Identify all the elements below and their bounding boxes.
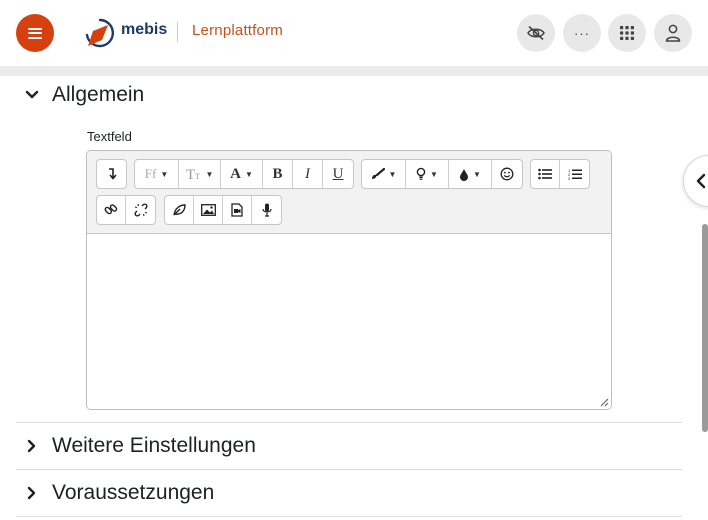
section-voraussetzungen-toggle[interactable]: Voraussetzungen — [22, 481, 214, 505]
media-file-icon — [231, 203, 243, 217]
editor-toolbar: Ff ▼ T T ▼ A ▼ B I U ▼ ▼ ▼ 1 2 3 — [87, 151, 611, 234]
insert-image-button[interactable] — [194, 196, 223, 224]
emoji-button[interactable] — [492, 160, 522, 188]
textfield-editor-area[interactable] — [87, 234, 611, 409]
caret-down-icon: ▼ — [388, 169, 397, 179]
section-title: Weitere Einstellungen — [52, 434, 256, 457]
toolbar-group-lists: 123 — [530, 159, 590, 189]
arrow-down-turn-icon — [108, 168, 117, 180]
caret-down-icon: ▼ — [473, 169, 481, 179]
font-family-label: Ff — [144, 166, 157, 181]
list-ul-icon — [538, 168, 552, 180]
chevron-down-icon — [22, 85, 42, 105]
section-divider — [16, 422, 682, 423]
toolbar-group-font: Ff ▼ T T ▼ A ▼ B I U — [134, 159, 354, 189]
scrollbar-thumb[interactable] — [702, 224, 708, 432]
font-family-dropdown[interactable]: Ff ▼ — [135, 160, 179, 188]
italic-button[interactable]: I — [293, 160, 323, 188]
section-allgemein-toggle[interactable]: Allgemein — [22, 83, 144, 107]
section-title: Allgemein — [52, 83, 145, 106]
svg-text:3: 3 — [568, 176, 571, 181]
unordered-list-button[interactable] — [531, 160, 560, 188]
user-icon — [665, 24, 681, 42]
platform-title[interactable]: Lernplattform — [192, 22, 283, 39]
bold-button[interactable]: B — [263, 160, 293, 188]
image-icon — [200, 204, 216, 216]
chevron-right-icon — [22, 436, 42, 456]
logo-text[interactable]: mebis — [121, 21, 167, 39]
caret-down-icon: ▼ — [160, 169, 169, 179]
italic-label: I — [305, 165, 310, 182]
section-weitere-einstellungen-toggle[interactable]: Weitere Einstellungen — [22, 434, 256, 458]
grid-icon — [620, 26, 634, 40]
paint-brush-dropdown[interactable]: ▼ — [362, 160, 406, 188]
leaf-icon — [173, 204, 186, 216]
drop-color-dropdown[interactable]: ▼ — [449, 160, 492, 188]
caret-down-icon: ▼ — [205, 169, 214, 179]
font-color-dropdown[interactable]: A ▼ — [221, 160, 263, 188]
apps-button[interactable] — [608, 14, 646, 52]
header-shadow-band — [0, 66, 708, 76]
underline-button[interactable]: U — [323, 160, 353, 188]
resize-handle-icon[interactable] — [600, 398, 609, 407]
show-more-buttons[interactable] — [97, 160, 126, 188]
unlink-button[interactable] — [126, 196, 155, 224]
top-navbar: mebis Lernplattform ··· — [0, 0, 708, 66]
list-ol-icon: 123 — [568, 168, 582, 181]
smiley-icon — [500, 167, 514, 181]
paint-brush-icon — [371, 168, 385, 179]
caret-down-icon: ▼ — [244, 169, 253, 179]
insert-media-button[interactable] — [223, 196, 252, 224]
svg-text:T: T — [186, 167, 195, 181]
drop-icon — [460, 168, 469, 181]
unlink-icon — [134, 203, 147, 217]
more-dots-icon: ··· — [574, 25, 590, 41]
accessibility-checker-button[interactable] — [165, 196, 194, 224]
font-size-dropdown[interactable]: T T ▼ — [179, 160, 221, 188]
ordered-list-button[interactable]: 123 — [560, 160, 589, 188]
toolbar-group-style: ▼ ▼ ▼ — [361, 159, 523, 189]
lightbulb-dropdown[interactable]: ▼ — [406, 160, 449, 188]
toolbar-group-links — [96, 195, 156, 225]
rich-text-editor: Ff ▼ T T ▼ A ▼ B I U ▼ ▼ ▼ 1 2 3 — [86, 150, 612, 410]
link-icon — [104, 204, 118, 215]
svg-text:T: T — [195, 172, 200, 181]
microphone-icon — [261, 203, 272, 217]
section-title: Voraussetzungen — [52, 481, 215, 504]
underline-label: U — [332, 165, 344, 182]
section-divider — [16, 516, 682, 517]
caret-down-icon: ▼ — [430, 169, 438, 179]
logo-divider — [177, 22, 178, 42]
insert-link-button[interactable] — [97, 196, 126, 224]
mebis-logo-icon — [85, 18, 115, 48]
bold-label: B — [272, 165, 283, 182]
hamburger-icon — [28, 27, 42, 39]
chevron-right-icon — [22, 483, 42, 503]
record-audio-button[interactable] — [252, 196, 281, 224]
toolbar-group-media — [164, 195, 282, 225]
main-menu-button[interactable] — [16, 14, 54, 52]
hide-visibility-button[interactable] — [517, 14, 555, 52]
text-size-icon: TT — [186, 167, 200, 181]
font-color-label: A — [230, 165, 241, 182]
user-menu-button[interactable] — [654, 14, 692, 52]
more-button[interactable]: ··· — [563, 14, 601, 52]
eye-slash-icon — [527, 25, 545, 41]
textfield-label: Textfeld — [87, 129, 132, 144]
section-divider — [16, 469, 682, 470]
toolbar-group-collapse — [96, 159, 127, 189]
lightbulb-icon — [416, 167, 426, 180]
page: mebis Lernplattform ··· Allgemein Textfe… — [0, 0, 708, 520]
